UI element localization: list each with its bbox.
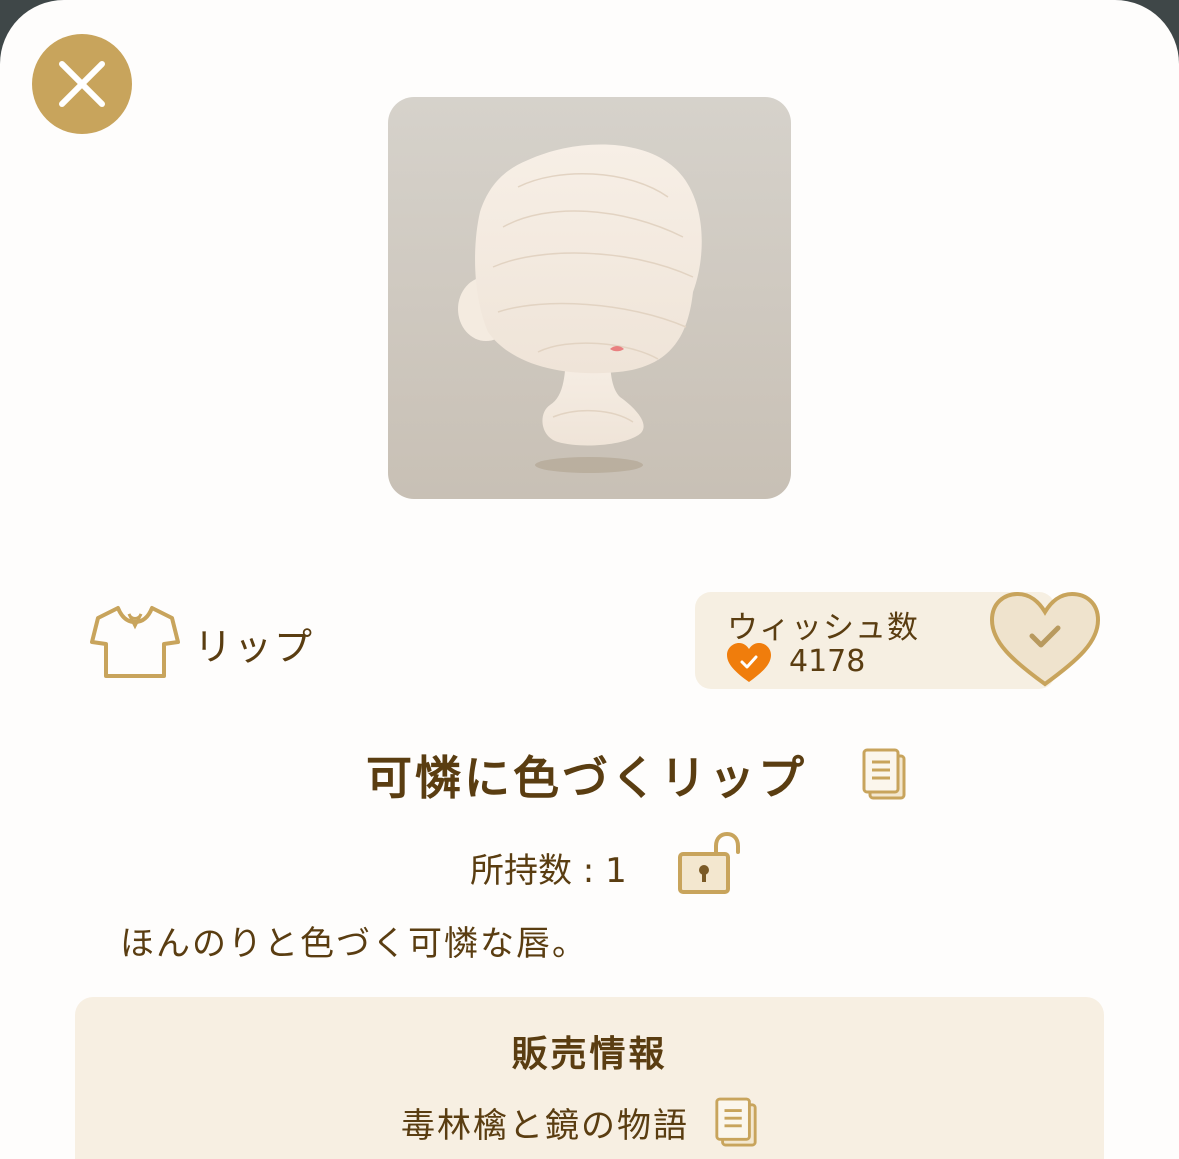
close-button[interactable] bbox=[32, 34, 132, 134]
copy-name-button[interactable] bbox=[860, 746, 908, 806]
category-label: リップ bbox=[194, 625, 315, 669]
heart-check-icon bbox=[727, 643, 771, 682]
item-name: 可憐に色づくリップ bbox=[366, 751, 807, 805]
shirt-icon bbox=[90, 606, 180, 678]
owned-count: 所持数 : 1 bbox=[470, 851, 627, 891]
close-icon bbox=[59, 61, 105, 107]
sales-info-panel: 販売情報 毒林檎と鏡の物語 bbox=[75, 997, 1104, 1159]
item-preview-image bbox=[388, 97, 791, 499]
wish-label: ウィッシュ数 bbox=[727, 610, 919, 646]
item-detail-sheet: リップ ウィッシュ数 4178 可憐に色づくリップ 所持数 : 1 ほんのりと色… bbox=[0, 0, 1179, 1159]
lock-toggle[interactable] bbox=[676, 831, 746, 900]
heart-check-icon bbox=[989, 591, 1101, 687]
item-description: ほんのりと色づく可憐な唇。 bbox=[120, 924, 588, 964]
unlock-icon bbox=[678, 831, 740, 894]
sales-source: 毒林檎と鏡の物語 bbox=[401, 1106, 689, 1146]
wish-count: 4178 bbox=[789, 644, 866, 679]
copy-icon bbox=[862, 748, 906, 800]
copy-source-button[interactable] bbox=[713, 1095, 759, 1153]
category: リップ bbox=[90, 602, 312, 680]
copy-icon bbox=[715, 1097, 757, 1147]
sales-info-title: 販売情報 bbox=[511, 1034, 668, 1075]
wish-button[interactable] bbox=[988, 590, 1102, 694]
